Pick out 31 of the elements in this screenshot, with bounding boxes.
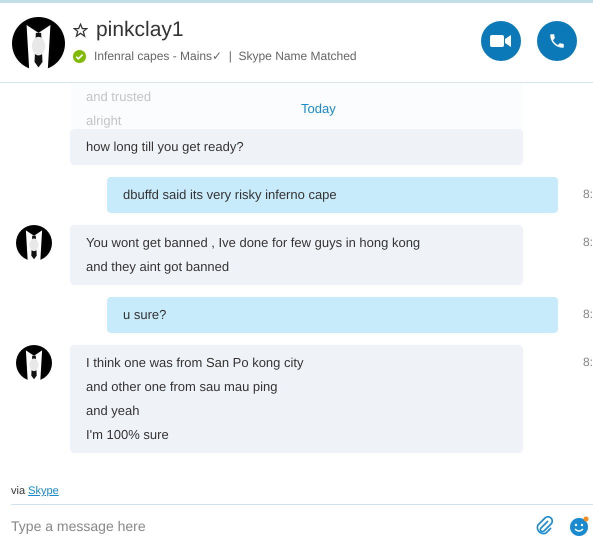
video-call-button[interactable] [481,21,521,61]
message-text: and they aint got banned [86,258,230,276]
skype-link[interactable]: Skype [28,485,59,497]
star-icon[interactable] [73,22,88,38]
message-time: 8: [583,354,593,371]
contact-name: pinkclay1 [96,17,184,43]
message-text: and other one from sau mau ping [86,378,278,396]
message-time: 8: [583,234,593,251]
avatar [12,17,65,70]
attach-icon[interactable] [535,516,553,536]
message-text: dbuffd said its very risky inferno cape [123,186,337,204]
message-time: 8: [583,306,593,323]
phone-icon [548,32,566,50]
avatar [16,225,52,261]
message-text: alright [86,112,122,130]
emoji-icon[interactable] [569,516,589,536]
video-camera-icon [490,34,512,48]
message-text: how long till you get ready? [86,138,244,156]
message-field[interactable]: Type a message here [11,516,535,536]
call-button[interactable] [537,21,577,61]
avatar [16,345,52,381]
date-label: Today [301,100,336,118]
message-text: I think one was from San Po kong city [86,354,304,372]
message-text: u sure? [123,306,166,324]
message-text: I'm 100% sure [86,426,169,444]
message-text: You wont get banned , Ive done for few guys in hong kong [86,234,420,252]
message-time: 8: [583,186,593,203]
message-text: and trusted [86,88,152,106]
status-text: Infenral capes - Mains✓ | Skype Name Matched [94,48,357,65]
message-text: and yeah [86,402,140,420]
via-label: via [11,485,26,497]
